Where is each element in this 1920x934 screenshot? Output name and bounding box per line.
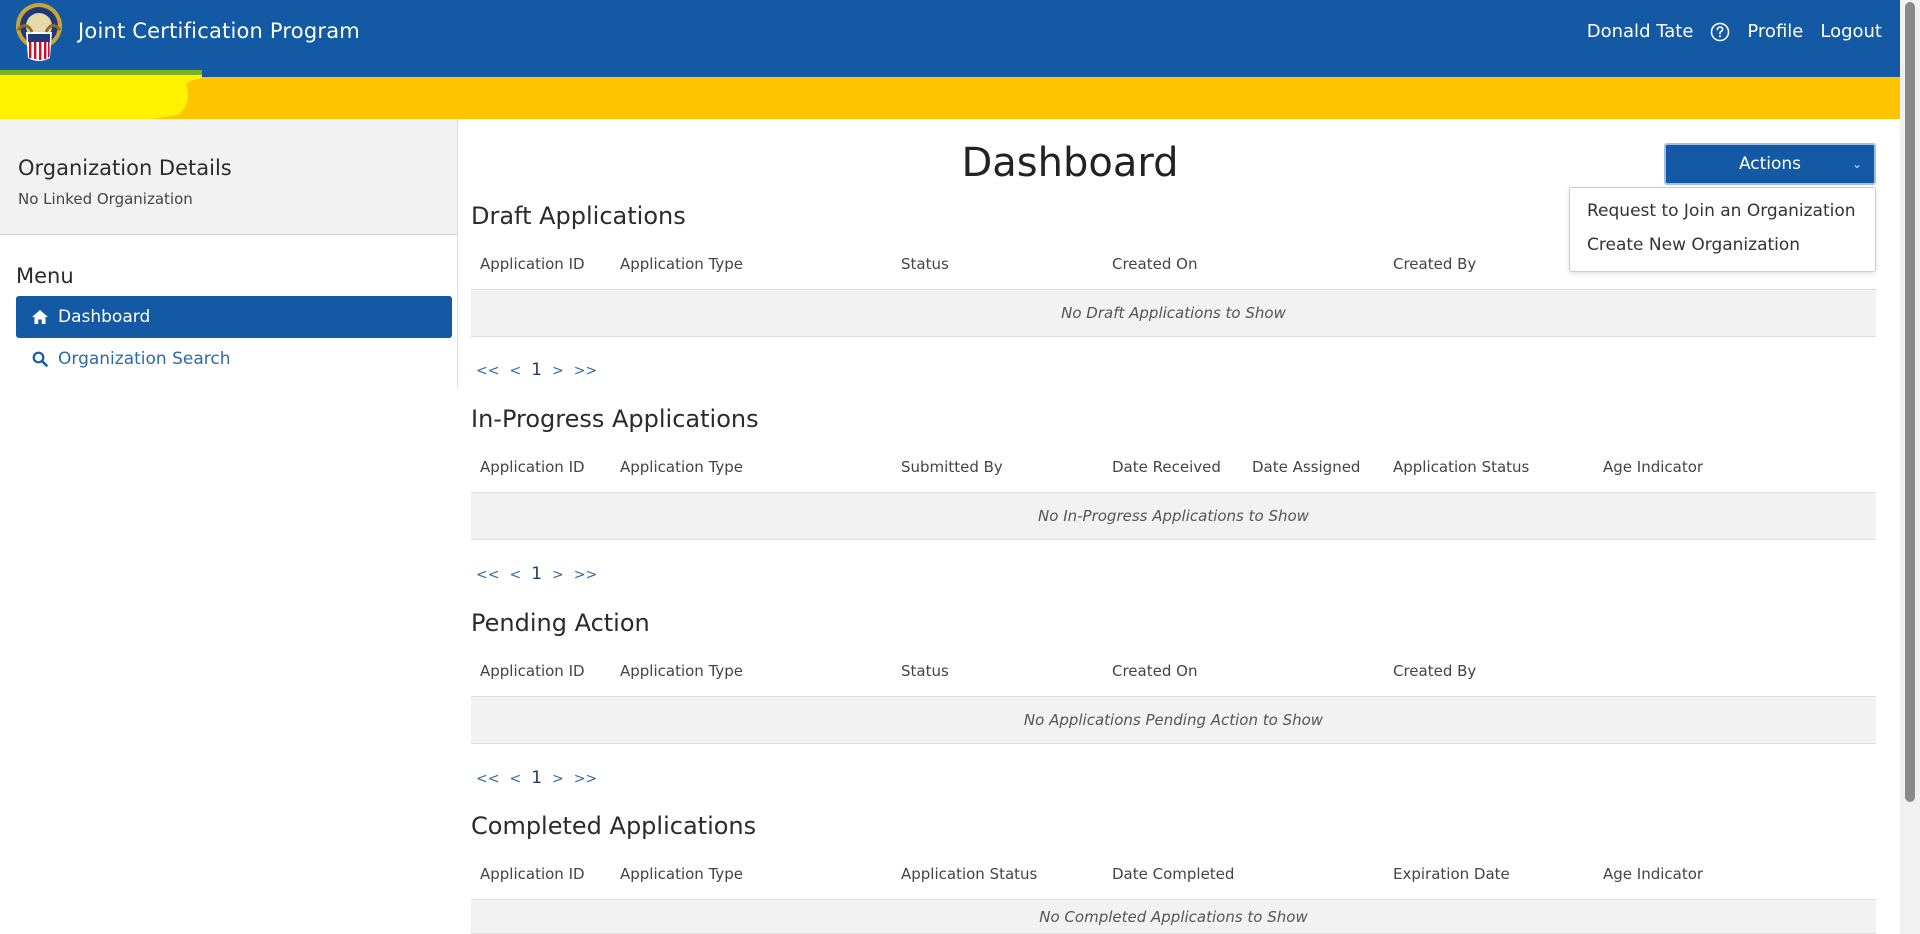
last-page-link[interactable]: >> <box>574 771 597 787</box>
column-header[interactable]: Application Status <box>1393 458 1529 476</box>
first-page-link[interactable]: << <box>476 771 499 787</box>
sidebar-item-label: Dashboard <box>58 307 151 327</box>
column-header[interactable]: Application ID <box>480 255 585 273</box>
column-header[interactable]: Application Status <box>901 865 1037 883</box>
sidebar-item-label: Organization Search <box>58 349 231 369</box>
help-icon[interactable] <box>1710 22 1730 42</box>
next-page-link[interactable]: > <box>552 363 564 379</box>
dod-seal-logo <box>16 3 62 61</box>
column-header[interactable]: Created By <box>1393 255 1476 273</box>
empty-table-message: No Draft Applications to Show <box>471 289 1876 337</box>
column-header[interactable]: Date Received <box>1112 458 1221 476</box>
actions-label: Actions <box>1738 154 1802 174</box>
column-header[interactable]: Application ID <box>480 865 585 883</box>
prev-page-link[interactable]: < <box>509 771 521 787</box>
sidebar: Organization Details No Linked Organizat… <box>0 119 458 387</box>
search-icon <box>32 351 48 367</box>
first-page-link[interactable]: << <box>476 567 499 583</box>
page-title: Dashboard <box>961 140 1179 186</box>
column-header[interactable]: Application Type <box>620 662 743 680</box>
logout-link[interactable]: Logout <box>1820 21 1882 42</box>
empty-table-message: No Applications Pending Action to Show <box>471 696 1876 744</box>
column-header[interactable]: Application ID <box>480 458 585 476</box>
top-navbar: Joint Certification Program Donald Tate … <box>0 0 1900 77</box>
current-page[interactable]: 1 <box>531 360 542 380</box>
prev-page-link[interactable]: < <box>509 567 521 583</box>
menu-item-create-organization[interactable]: Create New Organization <box>1587 235 1800 255</box>
column-header[interactable]: Created On <box>1112 255 1197 273</box>
last-page-link[interactable]: >> <box>574 567 597 583</box>
actions-dropdown-button[interactable]: Actions ⌄ <box>1664 143 1876 185</box>
in-progress-applications-title: In-Progress Applications <box>471 405 759 433</box>
profile-link[interactable]: Profile <box>1747 21 1803 42</box>
org-status-text: No Linked Organization <box>18 190 193 208</box>
current-page[interactable]: 1 <box>531 768 542 788</box>
draft-applications-title: Draft Applications <box>471 202 686 230</box>
menu-title: Menu <box>16 264 74 288</box>
prev-page-link[interactable]: < <box>509 363 521 379</box>
empty-table-message: No Completed Applications to Show <box>471 899 1876 934</box>
column-header[interactable]: Expiration Date <box>1393 865 1510 883</box>
pagination: << < 1 > >> <box>476 360 597 380</box>
column-header[interactable]: Status <box>901 255 949 273</box>
column-header[interactable]: Created On <box>1112 662 1197 680</box>
sidebar-item-organization-search[interactable]: Organization Search <box>16 343 231 375</box>
next-page-link[interactable]: > <box>552 567 564 583</box>
next-page-link[interactable]: > <box>552 771 564 787</box>
first-page-link[interactable]: << <box>476 363 499 379</box>
empty-table-message: No In-Progress Applications to Show <box>471 492 1876 540</box>
pagination: << < 1 > >> <box>476 768 597 788</box>
banner-strip <box>0 77 1900 119</box>
actions-dropdown-menu: Request to Join an Organization Create N… <box>1569 187 1876 272</box>
column-header[interactable]: Age Indicator <box>1603 458 1703 476</box>
scrollbar-thumb[interactable] <box>1905 2 1915 802</box>
column-header[interactable]: Application Type <box>620 255 743 273</box>
column-header[interactable]: Submitted By <box>901 458 1003 476</box>
current-page[interactable]: 1 <box>531 564 542 584</box>
column-header[interactable]: Status <box>901 662 949 680</box>
chevron-down-icon: ⌄ <box>1851 157 1862 171</box>
column-header[interactable]: Date Completed <box>1112 865 1234 883</box>
pagination: << < 1 > >> <box>476 564 597 584</box>
org-details-title: Organization Details <box>18 156 232 180</box>
sidebar-item-dashboard[interactable]: Dashboard <box>16 296 452 338</box>
column-header[interactable]: Application Type <box>620 865 743 883</box>
column-header[interactable]: Date Assigned <box>1252 458 1360 476</box>
pending-action-title: Pending Action <box>471 609 650 637</box>
home-icon <box>32 310 48 324</box>
column-header[interactable]: Created By <box>1393 662 1476 680</box>
column-header[interactable]: Application ID <box>480 662 585 680</box>
user-name-link[interactable]: Donald Tate <box>1587 21 1694 42</box>
menu-item-request-join[interactable]: Request to Join an Organization <box>1587 201 1856 221</box>
column-header[interactable]: Application Type <box>620 458 743 476</box>
highlighter-mark <box>0 70 202 121</box>
last-page-link[interactable]: >> <box>574 363 597 379</box>
completed-applications-title: Completed Applications <box>471 812 757 840</box>
app-title[interactable]: Joint Certification Program <box>78 19 360 43</box>
user-nav: Donald Tate Profile Logout <box>1587 21 1882 42</box>
organization-details-panel: Organization Details No Linked Organizat… <box>0 119 457 235</box>
column-header[interactable]: Age Indicator <box>1603 865 1703 883</box>
